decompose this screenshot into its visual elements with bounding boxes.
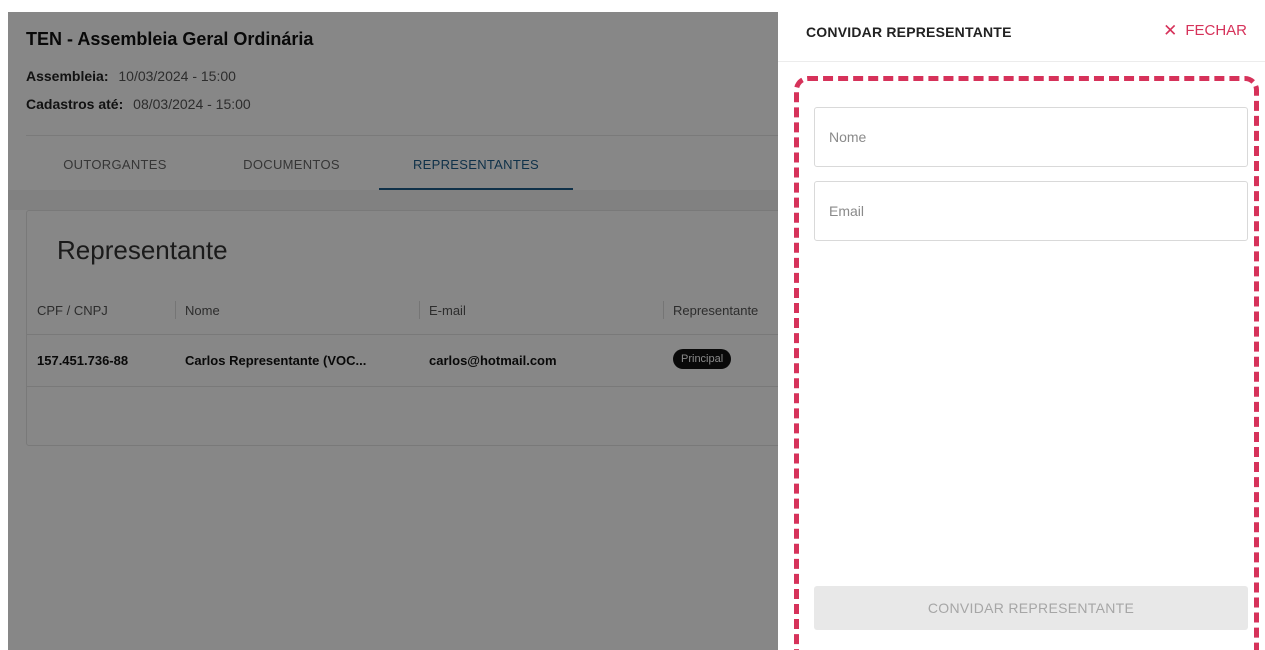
invite-representative-panel: CONVIDAR REPRESENTANTE ✕ FECHAR CONVIDAR… <box>778 0 1265 650</box>
close-label: FECHAR <box>1185 22 1247 39</box>
close-button[interactable]: ✕ FECHAR <box>1163 22 1247 39</box>
close-icon: ✕ <box>1163 21 1178 40</box>
name-input[interactable] <box>814 107 1248 167</box>
panel-header: CONVIDAR REPRESENTANTE ✕ FECHAR <box>778 0 1265 62</box>
email-input[interactable] <box>814 181 1248 241</box>
invite-representative-button[interactable]: CONVIDAR REPRESENTANTE <box>814 586 1248 630</box>
panel-title: CONVIDAR REPRESENTANTE <box>806 24 1012 40</box>
